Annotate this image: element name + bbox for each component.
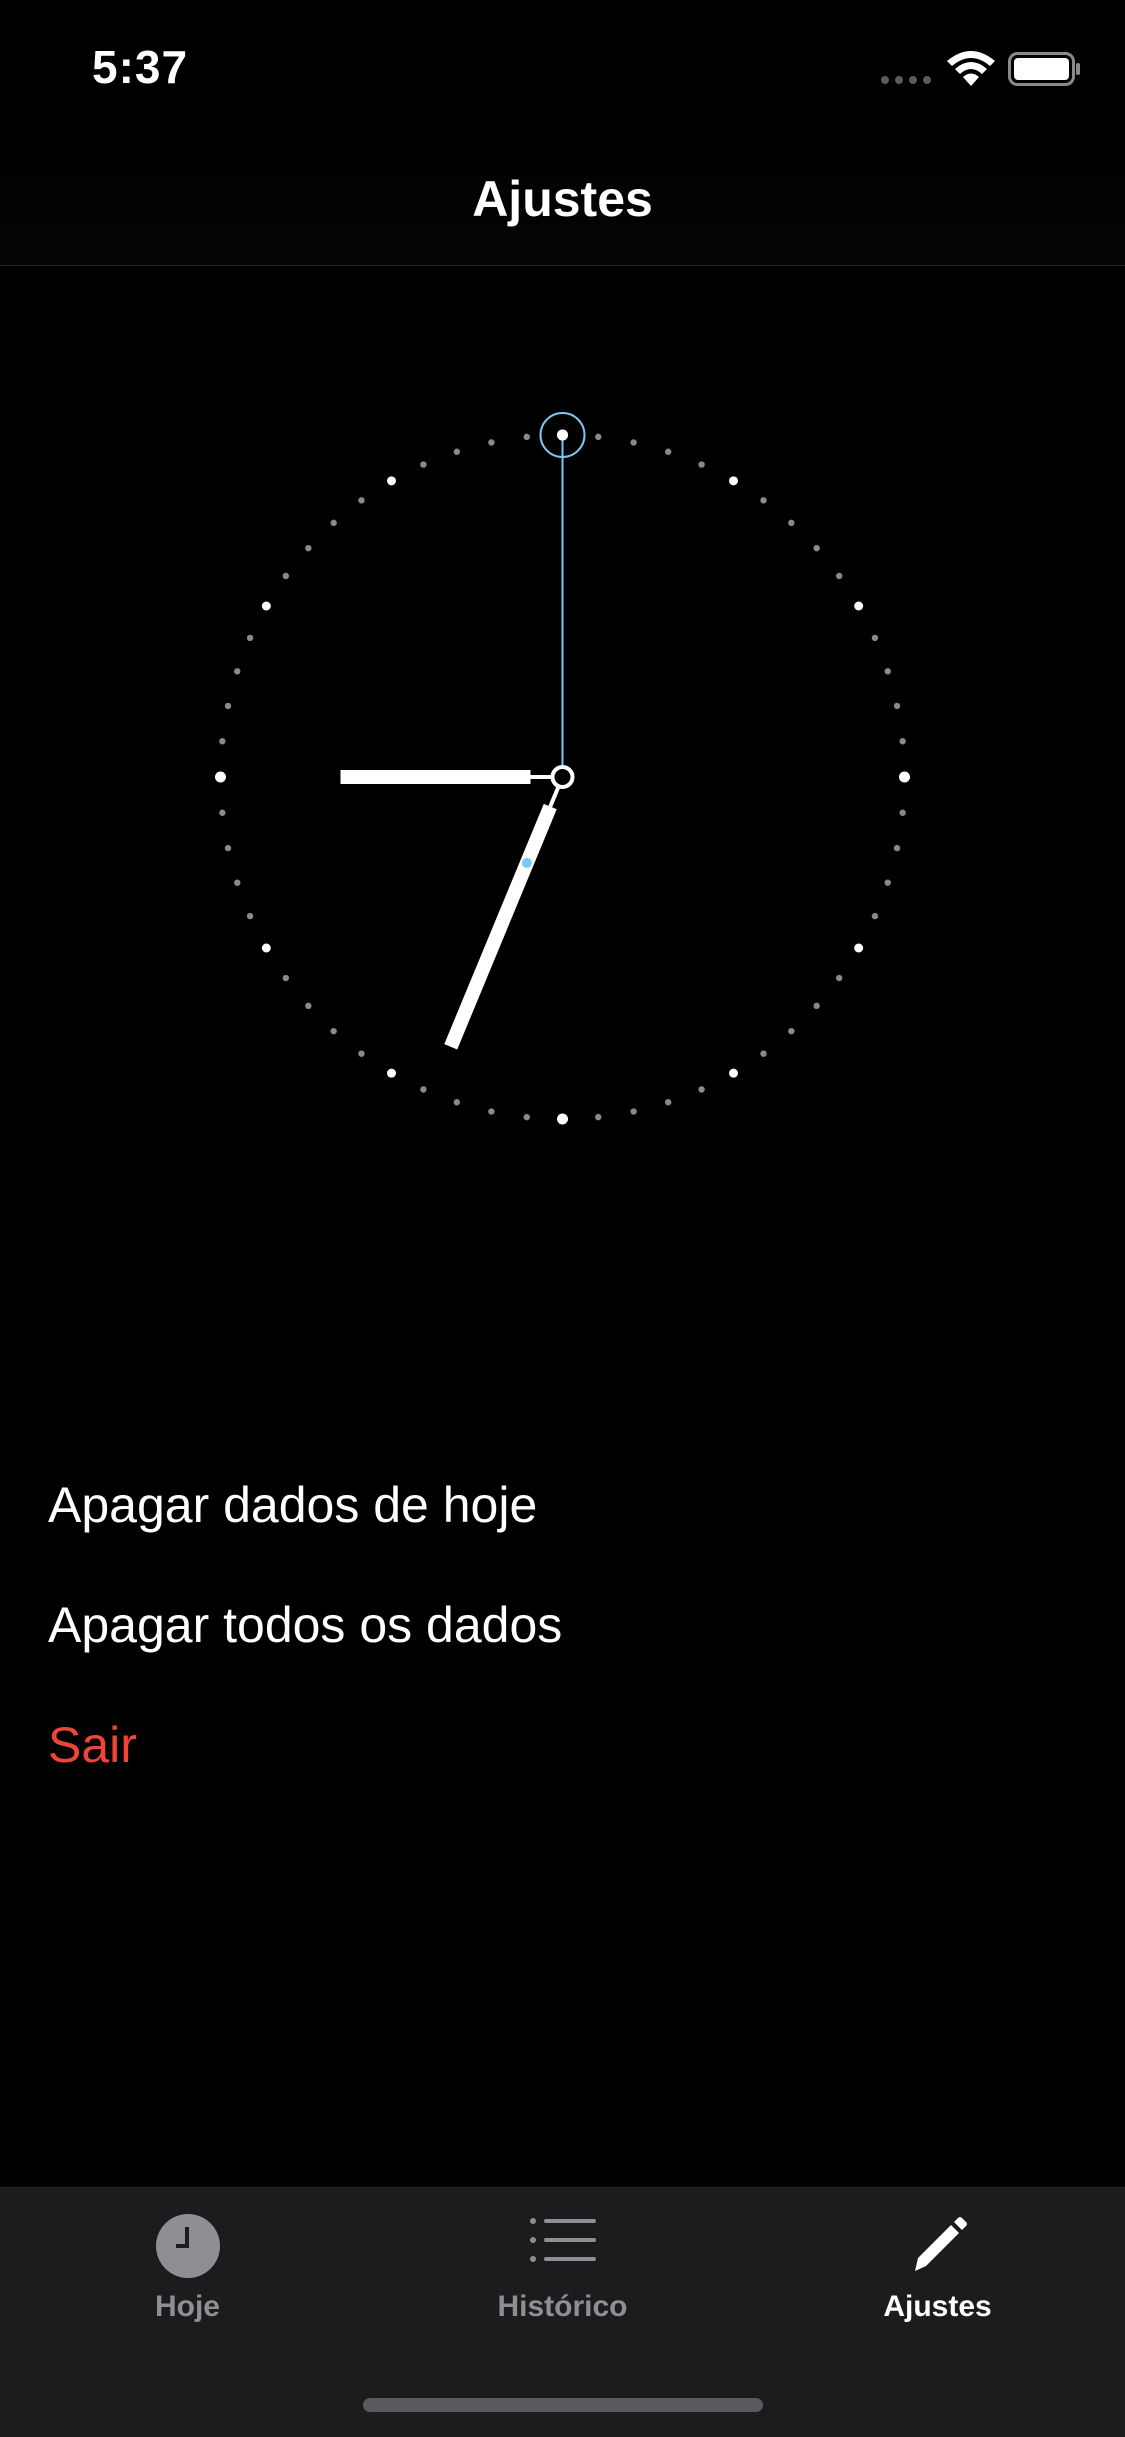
hour-tick [387,476,396,486]
minute-tick [760,1050,767,1057]
hour-hand [444,803,557,1050]
minute-tick [330,519,337,527]
hour-tick [557,1113,568,1125]
minute-tick [884,879,891,886]
minute-tick [488,439,495,446]
tab-label: Ajustes [883,2290,992,2323]
minute-tick [523,1113,530,1121]
minute-tick [358,1050,365,1057]
tab-label: Histórico [497,2290,628,2323]
minute-tick [358,497,365,504]
status-time: 5:37 [92,41,189,93]
hour-tick [854,601,864,611]
selected-minute-dot [557,429,568,441]
minute-tick [282,974,290,982]
battery-icon [1008,52,1080,86]
minute-tick [224,844,232,852]
minute-tick [664,1099,672,1106]
minute-tick [234,879,241,886]
minute-tick [664,448,672,455]
clock-icon [156,2214,220,2278]
hour-tick [854,943,864,953]
minute-tick [698,461,705,468]
minute-tick [246,912,254,920]
list-icon [530,2218,596,2262]
tab-historico[interactable]: Histórico [375,2188,750,2378]
minute-tick [453,1099,461,1106]
cellular-signal-icon [881,76,931,84]
hour-tick [261,943,271,953]
tab-label: Hoje [154,2290,220,2323]
minute-tick [305,544,312,552]
sign-out-button[interactable]: Sair [48,1700,1048,1820]
status-bar: 5:37 [0,0,1125,140]
minute-tick [330,1027,337,1035]
wifi-icon [947,51,995,86]
pencil-icon [915,2217,967,2271]
navigation-bar: Ajustes [0,140,1125,266]
minute-tick [899,809,906,816]
home-indicator [363,2398,763,2412]
minute-tick [871,634,879,642]
minute-tick [813,544,820,552]
minute-tick [893,844,901,852]
hour-tick [729,476,738,486]
minute-tick [835,974,843,982]
clock-dial[interactable] [200,400,925,1160]
minute-tick [884,668,891,675]
hour-tick [261,601,271,611]
minute-tick [282,572,290,580]
minute-tick [234,668,241,675]
hour-tick [899,771,910,783]
minute-tick [835,572,843,580]
minute-tick [420,1086,427,1093]
hour-tick [729,1068,738,1078]
center-pivot [550,765,575,789]
tab-hoje[interactable]: Hoje [0,2188,375,2378]
tab-ajustes[interactable]: Ajustes [750,2188,1125,2378]
minute-tick [453,448,461,455]
minute-tick [630,439,637,446]
minute-tick [813,1002,820,1010]
minute-tick [595,1113,602,1121]
minute-tick [219,809,226,816]
minute-tick [488,1108,495,1115]
minute-tick [871,912,879,920]
minute-tick [698,1086,705,1093]
delete-today-data-button[interactable]: Apagar dados de hoje [48,1460,1048,1580]
minute-tick [246,634,254,642]
minute-tick [305,1002,312,1010]
page-title: Ajustes [472,171,653,227]
minute-tick [630,1108,637,1115]
minute-tick [899,738,906,745]
minute-tick [219,738,226,745]
minute-tick [760,497,767,504]
minute-tick [224,702,232,710]
hour-tick [387,1068,396,1078]
minute-tick [788,519,795,527]
hour-hand-dot [521,857,532,868]
hour-tick [215,771,226,783]
settings-menu: Apagar dados de hoje Apagar todos os dad… [48,1460,1048,1820]
minute-tick [523,433,530,441]
minute-tick [788,1027,795,1035]
minute-tick [893,702,901,710]
minute-tick [595,433,602,441]
delete-all-data-button[interactable]: Apagar todos os dados [48,1580,1048,1700]
minute-tick [420,461,427,468]
